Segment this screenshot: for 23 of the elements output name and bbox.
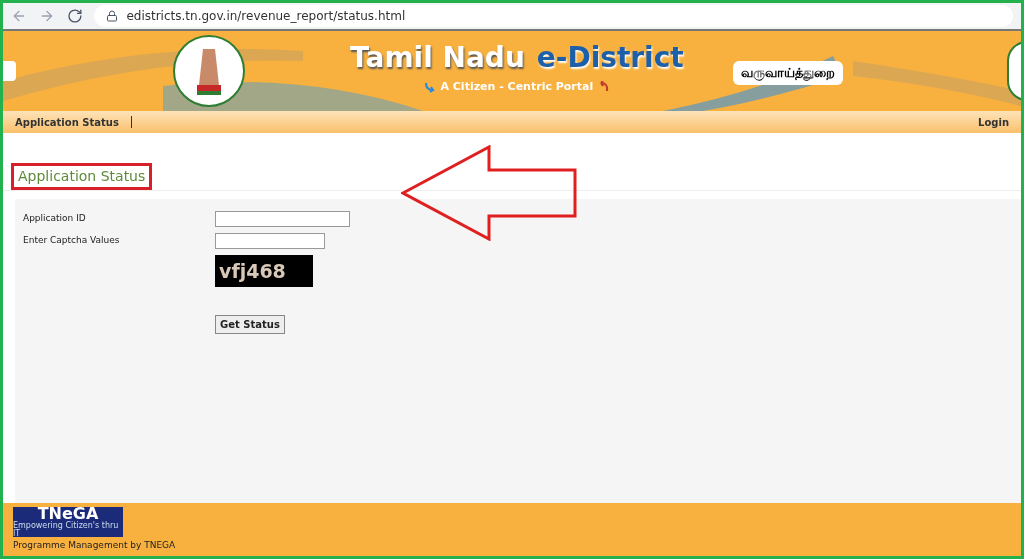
- page-heading: Application Status: [11, 163, 153, 190]
- side-badge: [3, 61, 16, 81]
- department-badge: வருவாய்த்துறை: [733, 61, 843, 85]
- address-bar[interactable]: edistricts.tn.gov.in/revenue_report/status.html: [94, 5, 1013, 27]
- field-label: Enter Captcha Values: [23, 234, 121, 248]
- nav-link[interactable]: Application Status: [15, 114, 119, 130]
- footer-credit: Programme Management by TNEGA: [13, 538, 177, 552]
- captcha-image: vfj468: [215, 255, 313, 287]
- reload-icon[interactable]: [66, 8, 83, 24]
- tnega-logo: TNeGA Empowering Citizen's thru IT: [13, 507, 123, 537]
- get-status-button[interactable]: Get Status: [215, 315, 285, 334]
- url-text: edistricts.tn.gov.in/revenue_report/status.html: [126, 8, 406, 25]
- curved-arrow-icon: [424, 81, 437, 94]
- tagline: A Citizen - Centric Portal: [440, 79, 594, 95]
- site-title: Tamil Nadu: [350, 40, 525, 76]
- lock-icon: [106, 10, 119, 22]
- back-icon[interactable]: [11, 8, 27, 24]
- field-label: Application ID: [23, 212, 87, 226]
- text-input[interactable]: [215, 211, 350, 227]
- return-arrow-icon: [597, 81, 610, 94]
- text-input[interactable]: [215, 233, 325, 249]
- site-title-accent: e-District: [536, 40, 684, 76]
- login-link[interactable]: Login: [978, 114, 1009, 130]
